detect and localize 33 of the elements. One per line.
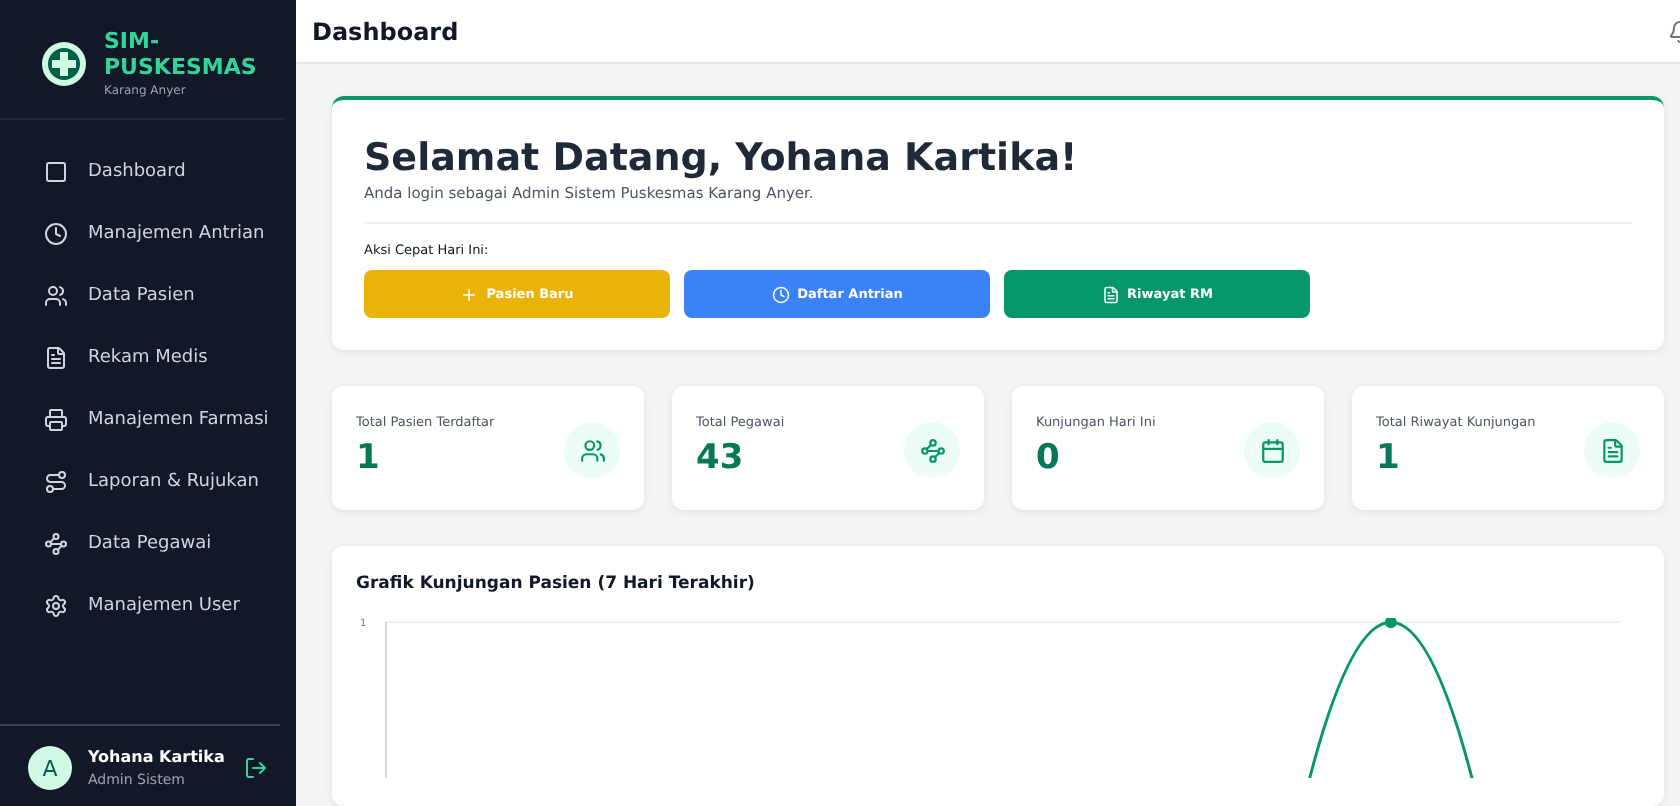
square-icon [44,159,68,183]
sidebar-item[interactable]: Laporan & Rujukan [0,450,296,512]
clock-icon [44,221,68,245]
chart-title: Grafik Kunjungan Pasien (7 Hari Terakhir) [356,574,757,594]
route-icon [44,469,68,493]
stat-value: 1 [356,438,382,478]
logout-icon[interactable] [244,756,268,780]
sidebar-item[interactable]: Data Pasien [0,264,296,326]
page-title: Dashboard [312,17,459,45]
stat-value: 0 [1036,438,1062,478]
calendar-icon [1259,437,1285,463]
users-icon [579,437,605,463]
users-icon [44,283,68,307]
clock-icon [771,285,790,303]
brand-name: SIM-PUSKESMAS [104,28,259,80]
sidebar-item[interactable]: Data Pegawai [0,512,296,574]
logo-icon [40,39,88,87]
sidebar-item[interactable]: Manajemen Antrian [0,202,296,264]
user-name: Yohana Kartika [88,748,227,766]
settings-icon [44,593,68,617]
stat-value: 1 [1376,438,1402,478]
printer-icon [44,407,68,431]
sidebar-item[interactable]: Manajemen User [0,574,296,636]
avatar: A [28,746,72,790]
welcome-title: Selamat Datang, Yohana Kartika! [364,136,1080,180]
document-icon [1599,437,1625,463]
document-icon [44,345,68,369]
stat-value: 43 [696,438,746,478]
sidebar-item[interactable]: Manajemen Farmasi [0,388,296,450]
document-icon [1101,285,1120,303]
sidebar-item[interactable]: Dashboard [0,140,296,202]
plus-icon [460,285,479,303]
sidebar-item[interactable]: Rekam Medis [0,326,296,388]
